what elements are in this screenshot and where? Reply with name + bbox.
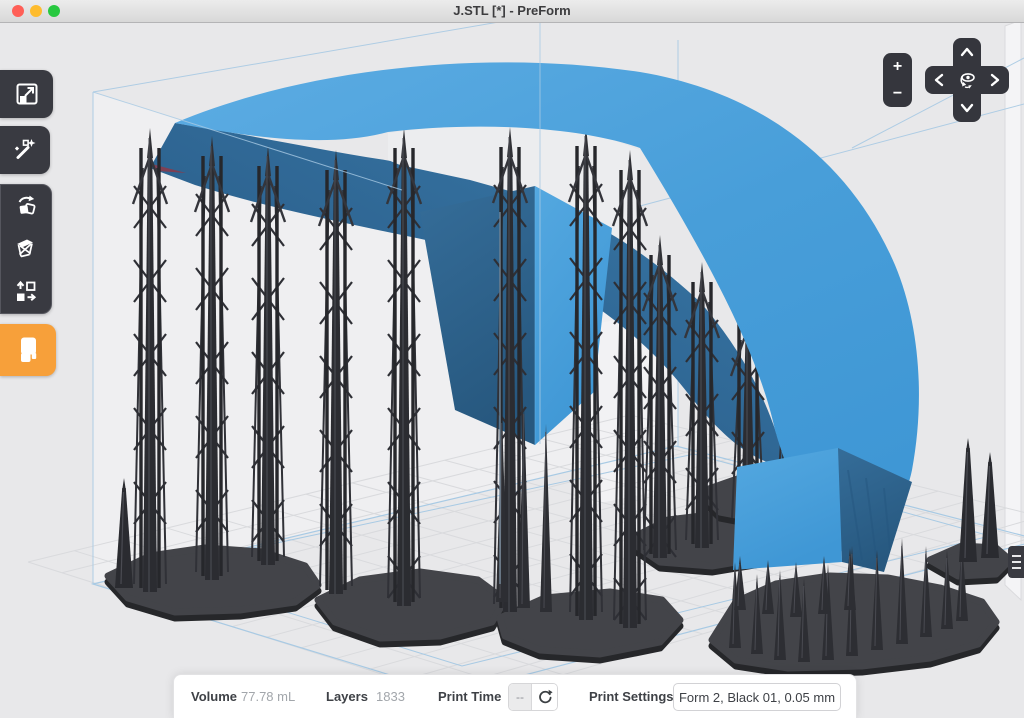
volume-value: 77.78 mL xyxy=(241,675,295,718)
resize-icon xyxy=(2,70,52,118)
view-nav-pad xyxy=(925,38,1009,122)
view-rotate-eye-icon xyxy=(953,66,981,94)
cartridge-icon xyxy=(3,324,53,376)
printer-drawer-tab[interactable] xyxy=(1008,546,1024,578)
orientation-button[interactable] xyxy=(1,185,51,228)
print-settings-button[interactable]: Form 2, Black 01, 0.05 mm xyxy=(673,683,841,711)
supports-icon xyxy=(12,235,40,263)
chevron-right-icon xyxy=(981,66,1009,94)
zoom-controls: + − xyxy=(883,53,912,107)
chevron-up-icon xyxy=(953,38,981,66)
window-title: J.STL [*] - PreForm xyxy=(0,0,1024,22)
print-time-widget: -- xyxy=(508,683,558,711)
chevron-down-icon xyxy=(953,94,981,122)
status-bar: Volume 77.78 mL Layers 1833 Print Time -… xyxy=(173,674,857,718)
drawer-handle-icon xyxy=(1012,555,1021,557)
print-time-label: Print Time xyxy=(438,675,501,718)
pan-up-button[interactable] xyxy=(953,38,981,66)
pan-left-button[interactable] xyxy=(925,66,953,94)
layers-value: 1833 xyxy=(376,675,405,718)
zoom-out-button[interactable]: − xyxy=(883,80,912,107)
pan-right-button[interactable] xyxy=(981,66,1009,94)
layers-label: Layers xyxy=(326,675,368,718)
magic-wand-icon xyxy=(0,126,50,174)
layout-icon xyxy=(12,278,40,306)
rotate-icon xyxy=(12,192,40,220)
refresh-icon xyxy=(537,689,553,705)
viewport-3d[interactable] xyxy=(0,0,1024,718)
pan-down-button[interactable] xyxy=(953,94,981,122)
layout-button[interactable] xyxy=(1,270,51,313)
one-click-print-button[interactable] xyxy=(0,126,50,174)
zoom-in-button[interactable]: + xyxy=(883,53,912,80)
print-settings-label: Print Settings xyxy=(589,675,674,718)
print-button[interactable] xyxy=(0,324,56,376)
volume-label: Volume xyxy=(191,675,237,718)
title-bar: J.STL [*] - PreForm xyxy=(0,0,1024,23)
calculate-time-button[interactable] xyxy=(532,684,557,710)
supports-button[interactable] xyxy=(1,228,51,271)
view-rotate-button[interactable] xyxy=(953,66,981,94)
chevron-left-icon xyxy=(925,66,953,94)
preform-window: J.STL [*] - PreForm xyxy=(0,0,1024,718)
size-button[interactable] xyxy=(0,70,53,118)
print-time-value: -- xyxy=(509,684,532,710)
